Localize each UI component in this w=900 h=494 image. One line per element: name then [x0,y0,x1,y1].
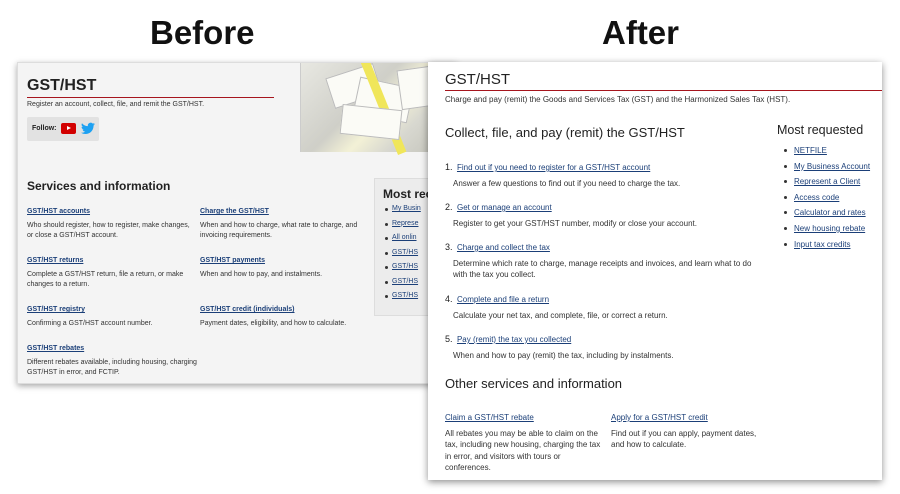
step-link[interactable]: Charge and collect the tax [457,243,550,252]
most-requested-link[interactable]: GST/HS [385,263,421,278]
most-requested-link[interactable]: Represe [385,220,421,235]
most-requested-list: NETFILE My Business Account Represent a … [784,146,870,255]
service-link[interactable]: GST/HST returns [27,257,83,264]
service-link[interactable]: Charge the GST/HST [200,208,269,215]
step-number: 2. [445,202,453,212]
step-link[interactable]: Complete and file a return [457,295,549,304]
other-services-heading: Other services and information [445,376,623,391]
service-link[interactable]: GST/HST rebates [27,345,84,352]
page-subtitle: Charge and pay (remit) the Goods and Ser… [445,95,791,104]
service-description: When and how to pay, and instalments. [200,271,323,278]
step-link[interactable]: Find out if you need to register for a G… [457,163,650,172]
other-service-description: Find out if you can apply, payment dates… [611,429,757,450]
most-requested-link[interactable]: Input tax credits [784,240,870,256]
service-description: Different rebates available, including h… [27,359,197,376]
most-requested-heading: Most rec [383,187,433,201]
most-requested-list: My Busin Represe All onlin GST/HS GST/HS… [385,205,421,307]
other-service-link[interactable]: Claim a GST/HST rebate [445,413,534,422]
twitter-icon[interactable] [81,122,95,135]
other-service-link[interactable]: Apply for a GST/HST credit [611,413,708,422]
follow-label: Follow: [32,125,57,132]
step-item: 1. Find out if you need to register for … [445,157,765,189]
step-description: Calculate your net tax, and complete, fi… [453,311,668,320]
most-requested-link[interactable]: Access code [784,193,870,209]
most-requested-link[interactable]: GST/HS [385,292,421,307]
service-link[interactable]: GST/HST accounts [27,208,90,215]
step-number: 3. [445,242,453,252]
step-description: Answer a few questions to find out if yo… [453,179,681,188]
most-requested-link[interactable]: GST/HS [385,278,421,293]
step-description: Determine which rate to charge, manage r… [453,259,752,279]
service-link[interactable]: GST/HST payments [200,257,265,264]
step-description: Register to get your GST/HST number, mod… [453,219,697,228]
other-service-description: All rebates you may be able to claim on … [445,429,601,472]
service-description: Complete a GST/HST return, file a return… [27,271,184,288]
most-requested-link[interactable]: GST/HS [385,249,421,264]
most-requested-link[interactable]: New housing rebate [784,224,870,240]
service-link[interactable]: GST/HST registry [27,306,85,313]
follow-bar: Follow: [27,117,99,141]
most-requested-link[interactable]: My Business Account [784,162,870,178]
step-number: 1. [445,162,453,172]
most-requested-heading: Most requested [777,123,864,137]
after-heading: After [602,14,680,51]
step-item: 2. Get or manage an account Register to … [445,197,765,229]
most-requested-link[interactable]: Calculator and rates [784,208,870,224]
step-item: 3. Charge and collect the tax Determine … [445,237,765,280]
before-page-screenshot: GST/HST Register an account, collect, fi… [17,62,457,384]
main-heading: Collect, file, and pay (remit) the GST/H… [445,125,685,140]
step-item: 5. Pay (remit) the tax you collected Whe… [445,329,765,361]
service-link[interactable]: GST/HST credit (individuals) [200,306,295,313]
service-description: Who should register, how to register, ma… [27,222,190,239]
title-divider [27,97,274,98]
after-page-screenshot: GST/HST Charge and pay (remit) the Goods… [428,62,882,480]
step-number: 4. [445,294,453,304]
service-description: Payment dates, eligibility, and how to c… [200,320,347,327]
service-description: When and how to charge, what rate to cha… [200,222,358,239]
page-title: GST/HST [27,77,97,94]
step-number: 5. [445,334,453,344]
most-requested-link[interactable]: Represent a Client [784,177,870,193]
youtube-icon[interactable] [61,123,76,134]
step-link[interactable]: Get or manage an account [457,203,552,212]
step-link[interactable]: Pay (remit) the tax you collected [457,335,571,344]
step-item: 4. Complete and file a return Calculate … [445,289,765,321]
page-title: GST/HST [445,71,511,88]
most-requested-link[interactable]: NETFILE [784,146,870,162]
services-heading: Services and information [27,179,171,193]
before-heading: Before [150,14,255,51]
title-divider [445,90,882,91]
service-description: Confirming a GST/HST account number. [27,320,153,327]
page-subtitle: Register an account, collect, file, and … [27,101,205,108]
most-requested-link[interactable]: My Busin [385,205,421,220]
step-description: When and how to pay (remit) the tax, inc… [453,351,674,360]
most-requested-link[interactable]: All onlin [385,234,421,249]
